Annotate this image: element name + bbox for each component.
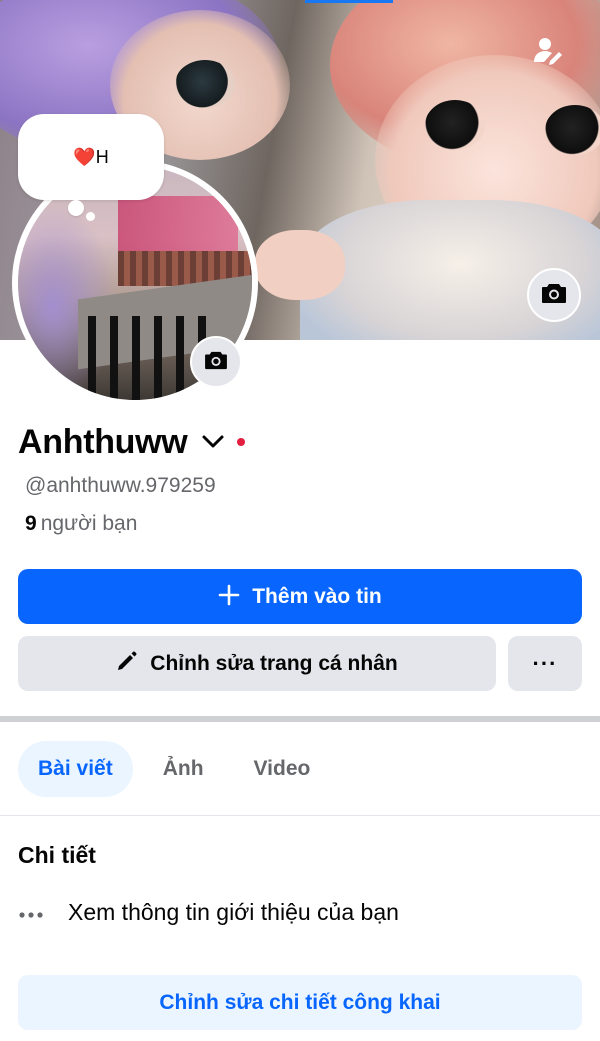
- top-indicator-bar: [305, 0, 393, 3]
- friends-count: 9: [25, 512, 37, 535]
- note-bubble-tail: [68, 200, 84, 216]
- tab-videos[interactable]: Video: [234, 741, 331, 797]
- add-to-story-label: Thêm vào tin: [252, 584, 382, 608]
- avatar-camera-button[interactable]: [190, 336, 242, 388]
- cover-camera-button[interactable]: [527, 268, 581, 322]
- edit-profile-label: Chỉnh sửa trang cá nhân: [150, 651, 398, 675]
- plus-icon: [218, 582, 240, 612]
- dots-icon: [18, 900, 50, 924]
- tab-photos[interactable]: Ảnh: [145, 741, 222, 797]
- profile-name-row[interactable]: Anhthuww: [18, 420, 246, 464]
- more-icon: ···: [532, 650, 558, 676]
- edit-public-details-button[interactable]: Chỉnh sửa chi tiết công khai: [18, 975, 582, 1030]
- profile-tabs: Bài viết Ảnh Video: [18, 741, 342, 797]
- note-text: ❤️H: [73, 146, 109, 167]
- chevron-down-icon[interactable]: [201, 430, 225, 454]
- about-info-row[interactable]: Xem thông tin giới thiệu của bạn: [18, 895, 399, 929]
- tabs-divider: [0, 815, 600, 816]
- more-options-button[interactable]: ···: [508, 636, 582, 691]
- note-bubble-tail-small: [86, 212, 95, 221]
- about-info-text: Xem thông tin giới thiệu của bạn: [68, 898, 399, 925]
- person-edit-icon[interactable]: [530, 34, 564, 68]
- camera-icon: [541, 282, 567, 309]
- profile-username: @anhthuww.979259: [25, 474, 216, 497]
- details-heading: Chi tiết: [18, 842, 96, 868]
- pencil-icon: [116, 650, 150, 678]
- section-divider: [0, 716, 600, 722]
- profile-name: Anhthuww: [18, 422, 188, 461]
- camera-icon: [204, 350, 228, 375]
- edit-profile-button[interactable]: Chỉnh sửa trang cá nhân: [18, 636, 496, 691]
- edit-public-details-label: Chỉnh sửa chi tiết công khai: [159, 990, 441, 1014]
- friends-label: người bạn: [40, 512, 138, 535]
- tab-posts[interactable]: Bài viết: [18, 741, 133, 797]
- status-dot: [237, 438, 246, 446]
- friends-count-row[interactable]: 9 người bạn: [25, 512, 137, 536]
- profile-note-bubble[interactable]: ❤️H: [18, 114, 164, 200]
- add-to-story-button[interactable]: Thêm vào tin: [18, 569, 582, 624]
